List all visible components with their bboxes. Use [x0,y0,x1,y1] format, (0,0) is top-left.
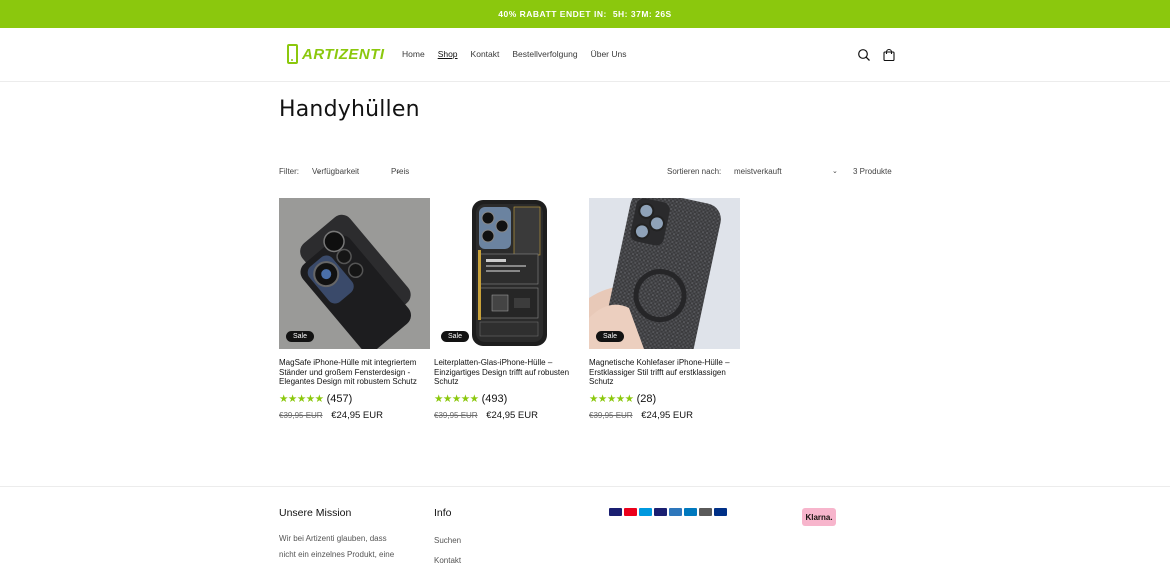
star-rating-icon: ★★★★★ [434,392,479,405]
footer-link-kontakt[interactable]: Kontakt [434,551,461,567]
mastercard-icon [624,508,637,516]
page-title: Handyhüllen [279,97,420,122]
product-price: €39,95 EUR €24,95 EUR [279,410,430,421]
maestro-icon [639,508,652,516]
product-title[interactable]: Leiterplatten-Glas-iPhone-Hülle – Einzig… [434,358,585,387]
product-image[interactable]: Sale [589,198,740,349]
sort-label: Sortieren nach: [667,167,722,176]
compare-price: €39,95 EUR [279,410,323,420]
nav-bestellverfolgung[interactable]: Bestellverfolgung [512,49,577,59]
countdown-timer: 5H: 37M: 26S [612,9,672,19]
rating-count: (493) [481,392,508,405]
sale-price: €24,95 EUR [331,409,383,421]
product-price: €39,95 EUR €24,95 EUR [434,410,585,421]
visa-icon [609,508,622,516]
logo-text: ARTIZENTI [302,45,385,63]
phone-logo-icon [287,44,298,64]
announcement-text: 40% RABATT ENDET IN: [498,9,607,19]
product-title[interactable]: MagSafe iPhone-Hülle mit integriertem St… [279,358,430,387]
sort-select-value: meistverkauft [734,167,782,176]
carbon-case-image [589,198,740,349]
filter-label: Filter: [279,167,299,176]
compare-price: €39,95 EUR [434,410,478,420]
product-title[interactable]: Magnetische Kohlefaser iPhone-Hülle – Er… [589,358,740,387]
apple-pay-icon [699,508,712,516]
sale-price: €24,95 EUR [486,409,538,421]
sale-price: €24,95 EUR [641,409,693,421]
magsafe-case-image [279,198,430,349]
diners-club-icon [684,508,697,516]
info-heading: Info [434,507,452,519]
compare-price: €39,95 EUR [589,410,633,420]
nav-kontakt[interactable]: Kontakt [471,49,500,59]
product-card[interactable]: Sale Leiterplatten-Glas-iPhone-Hülle – E… [434,198,585,421]
nav-shop[interactable]: Shop [438,49,458,59]
product-rating: ★★★★★ (457) [279,393,430,405]
sale-badge: Sale [286,331,315,342]
search-icon[interactable] [857,48,871,62]
chevron-down-icon: ⌄ [316,168,322,175]
star-rating-icon: ★★★★★ [589,392,634,405]
product-card[interactable]: Sale MagSafe iPhone-Hülle mit integriert… [279,198,430,421]
announcement-bar: 40% RABATT ENDET IN: 5H: 37M: 26S [0,0,1170,28]
mission-text-line: Wir bei Artizenti glauben, dass [279,534,387,543]
product-price: €39,95 EUR €24,95 EUR [589,410,740,421]
product-image[interactable]: Sale [434,198,585,349]
rating-count: (457) [326,392,353,405]
sale-badge: Sale [596,331,625,342]
product-card[interactable]: Sale Magnetische Kohlefaser iPhone-Hülle… [589,198,740,421]
payment-icons [609,508,727,516]
product-count: 3 Produkte [853,167,892,176]
mission-text-line: nicht ein einzelnes Produkt, eine [279,550,395,559]
sale-badge: Sale [441,331,470,342]
chevron-down-icon: ⌄ [832,168,838,175]
cart-icon[interactable] [882,48,896,62]
circuit-case-image [434,198,585,349]
mission-heading: Unsere Mission [279,507,352,519]
facet-bar: Filter: Verfügbarkeit ⌄ Preis ⌄ Sortieren … [279,167,895,179]
product-rating: ★★★★★ (493) [434,393,585,405]
visa-electron-icon [654,508,667,516]
paypal-icon [714,508,727,516]
product-image[interactable]: Sale [279,198,430,349]
klarna-badge: Klarna. [802,508,836,526]
info-links: Suchen Kontakt [434,531,461,567]
site-header: ARTIZENTI Home Shop Kontakt Bestellverfo… [0,28,1170,82]
site-footer: Unsere Mission Wir bei Artizenti glauben… [0,486,1170,567]
nav-ueber-uns[interactable]: Über Uns [591,49,627,59]
mission-text: Wir bei Artizenti glauben, dass nicht ei… [279,531,394,563]
amex-icon [669,508,682,516]
nav-home[interactable]: Home [402,49,425,59]
product-rating: ★★★★★ (28) [589,393,740,405]
star-rating-icon: ★★★★★ [279,392,324,405]
logo[interactable]: ARTIZENTI [287,44,385,64]
chevron-down-icon: ⌄ [395,168,401,175]
footer-link-suchen[interactable]: Suchen [434,531,461,551]
rating-count: (28) [636,392,657,405]
main-nav: Home Shop Kontakt Bestellverfolgung Über… [402,49,640,59]
